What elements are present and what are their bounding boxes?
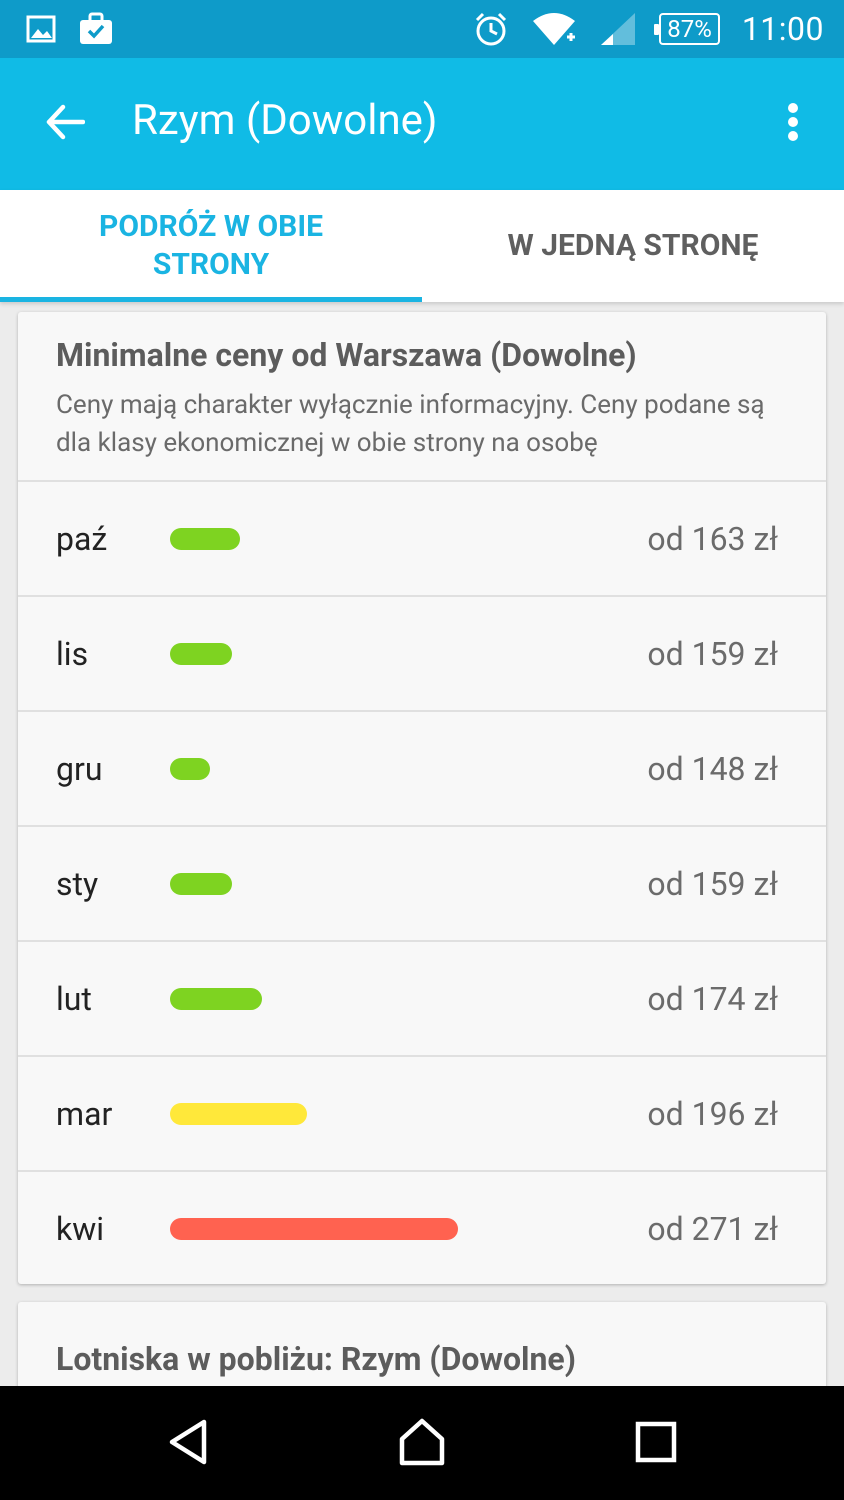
page-title: Rzym (Dowolne): [132, 96, 438, 145]
tab-one-way-label: W JEDNĄ STRONĘ: [507, 228, 759, 263]
card-header: Minimalne ceny od Warszawa (Dowolne) Cen…: [18, 312, 826, 482]
price-row-4[interactable]: lut od 174 zł: [18, 942, 826, 1057]
price-row-0[interactable]: paź od 163 zł: [18, 482, 826, 597]
gallery-icon: [26, 14, 56, 44]
price-value: od 163 zł: [647, 520, 778, 558]
month-label: mar: [56, 1095, 113, 1133]
more-vert-icon: [787, 102, 799, 146]
price-value: od 148 zł: [647, 750, 778, 788]
back-triangle-icon: [166, 1418, 210, 1470]
card-title: Minimalne ceny od Warszawa (Dowolne): [56, 336, 637, 374]
price-value: od 196 zł: [647, 1095, 778, 1133]
price-row-2[interactable]: gru od 148 zł: [18, 712, 826, 827]
price-bar: [170, 643, 232, 665]
price-row-3[interactable]: sty od 159 zł: [18, 827, 826, 942]
tab-round-trip-label: PODRÓŻ W OBIE STRONY: [99, 209, 323, 282]
navigation-bar: [0, 1386, 844, 1500]
trip-type-tabs: PODRÓŻ W OBIE STRONY W JEDNĄ STRONĘ: [0, 190, 844, 302]
price-row-6[interactable]: kwi od 271 zł: [18, 1172, 826, 1287]
month-label: kwi: [56, 1210, 105, 1248]
alarm-icon: [473, 11, 509, 47]
month-label: lut: [56, 980, 92, 1018]
price-bar: [170, 873, 232, 895]
nav-home-button[interactable]: [392, 1414, 452, 1474]
recents-icon: [635, 1421, 677, 1467]
month-label: lis: [56, 635, 89, 673]
price-value: od 159 zł: [647, 865, 778, 903]
price-bar: [170, 1218, 458, 1240]
tab-round-trip[interactable]: PODRÓŻ W OBIE STRONY: [0, 190, 422, 302]
tab-one-way[interactable]: W JEDNĄ STRONĘ: [422, 190, 844, 302]
price-bar: [170, 758, 210, 780]
month-label: gru: [56, 750, 103, 788]
price-value: od 174 zł: [647, 980, 778, 1018]
arrow-back-icon: [45, 104, 86, 144]
app-bar: Rzym (Dowolne): [0, 58, 844, 190]
home-icon: [397, 1417, 447, 1471]
month-label: paź: [56, 520, 108, 558]
battery-indicator: 87%: [654, 13, 720, 45]
status-bar: 87% 11:00: [0, 0, 844, 58]
briefcase-check-icon: [78, 12, 114, 46]
price-list: paź od 163 zł lis od 159 zł gru od 148 zł sty o…: [18, 482, 826, 1287]
min-prices-card: Minimalne ceny od Warszawa (Dowolne) Cen…: [18, 312, 826, 1284]
price-row-1[interactable]: lis od 159 zł: [18, 597, 826, 712]
price-value: od 159 zł: [647, 635, 778, 673]
card-description: Ceny mają charakter wyłącznie informacyj…: [56, 390, 765, 458]
price-row-5[interactable]: mar od 196 zł: [18, 1057, 826, 1172]
back-button[interactable]: [40, 102, 90, 146]
signal-icon: [599, 11, 637, 47]
price-value: od 271 zł: [647, 1210, 778, 1248]
nav-back-button[interactable]: [158, 1414, 218, 1474]
price-bar: [170, 1103, 307, 1125]
month-label: sty: [56, 865, 99, 903]
price-bar: [170, 528, 240, 550]
nav-recents-button[interactable]: [626, 1414, 686, 1474]
card-title: Lotniska w pobliżu: Rzym (Dowolne): [56, 1340, 576, 1378]
clock: 11:00: [741, 10, 824, 48]
wifi-icon: [531, 11, 577, 47]
overflow-menu-button[interactable]: [778, 100, 808, 148]
price-bar: [170, 988, 262, 1010]
